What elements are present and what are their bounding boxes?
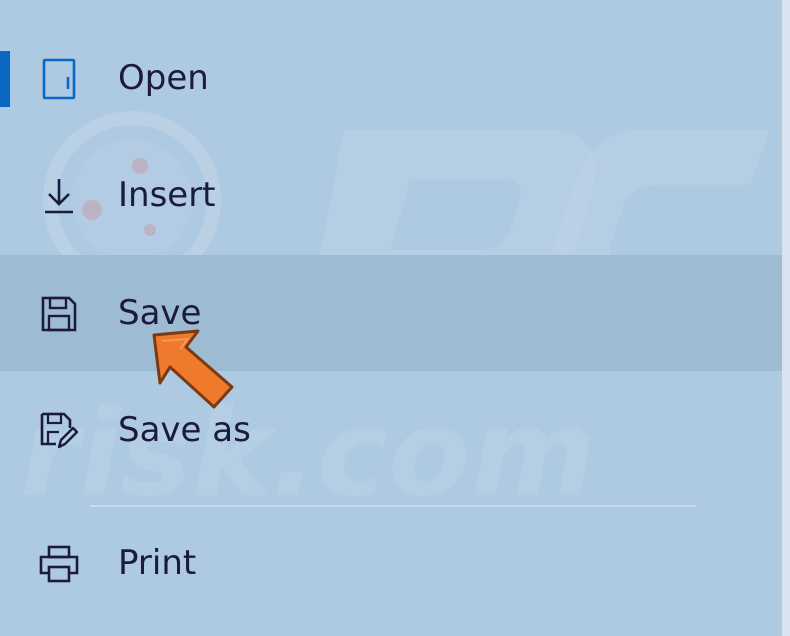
menu-item-insert[interactable]: Insert [0, 137, 782, 253]
insert-download-icon [36, 173, 82, 219]
menu-item-label: Save as [118, 410, 251, 450]
open-file-icon [36, 56, 82, 102]
menu-item-label: Print [118, 543, 197, 583]
save-as-icon [36, 408, 82, 454]
selection-indicator [0, 51, 10, 107]
file-menu-screen: risk.com Open Insert Save Save as Print [0, 0, 790, 636]
window-edge [782, 0, 790, 636]
menu-item-save[interactable]: Save [0, 255, 782, 371]
menu-item-print[interactable]: Print [0, 521, 782, 636]
menu-item-label: Insert [118, 175, 216, 215]
menu-item-label: Open [118, 58, 209, 98]
file-menu: Open Insert Save Save as Print [0, 0, 782, 636]
menu-item-label: Save [118, 293, 202, 333]
menu-item-save-as[interactable]: Save as [0, 372, 782, 488]
floppy-disk-icon [36, 291, 82, 337]
printer-icon [36, 541, 82, 587]
menu-item-open[interactable]: Open [0, 20, 782, 136]
